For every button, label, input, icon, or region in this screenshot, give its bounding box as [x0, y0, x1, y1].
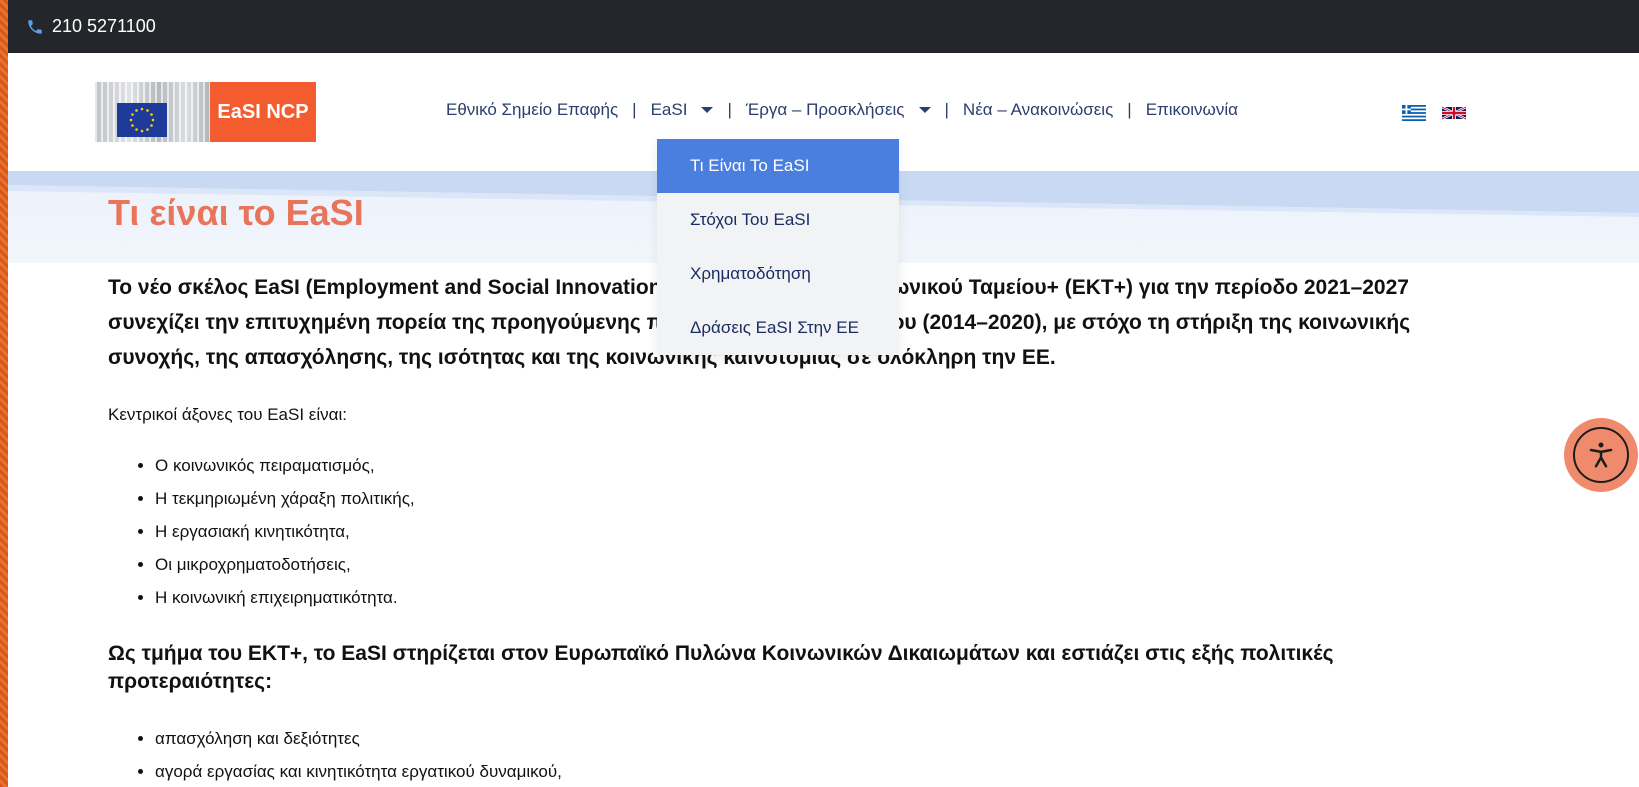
- priorities-intro: Ως τμήμα του ΕΚΤ+, το EaSI στηρίζεται στ…: [108, 642, 1334, 693]
- top-bar: 210 5271100: [8, 0, 1639, 53]
- nav-separator: |: [632, 100, 637, 119]
- nav-label: Νέα – Ανακοινώσεις: [962, 100, 1114, 119]
- nav-label: Εθνικό Σημείο Επαφής: [446, 100, 619, 119]
- list-item: Η τεκμηριωμένη χάραξη πολιτικής,: [155, 482, 1438, 515]
- nav-item-projects-calls[interactable]: Έργα – Προσκλήσεις: [746, 100, 931, 120]
- eu-star: [135, 128, 138, 131]
- eu-star: [150, 113, 153, 116]
- dropdown-item-funding[interactable]: Χρηματοδότηση: [657, 247, 899, 301]
- easi-dropdown-menu: Τι Είναι Το EaSI Στόχοι Του EaSI Χρηματο…: [657, 139, 899, 355]
- eu-star: [146, 128, 149, 131]
- dropdown-item-easi-actions-eu[interactable]: Δράσεις EaSI Στην ΕΕ: [657, 301, 899, 355]
- accessibility-button[interactable]: [1564, 418, 1638, 492]
- language-switcher: [1402, 104, 1466, 122]
- page-title: Τι είναι το EaSI: [108, 192, 364, 233]
- eu-star: [140, 107, 144, 111]
- eu-star: [146, 109, 149, 112]
- nav-item-news[interactable]: Νέα – Ανακοινώσεις: [963, 100, 1113, 120]
- list-item: αγορά εργασίας και κινητικότητα εργατικο…: [155, 755, 1438, 787]
- list-item: απασχόληση και δεξιότητες: [155, 722, 1438, 755]
- eu-star: [150, 124, 153, 127]
- eu-star: [131, 124, 134, 127]
- nav-separator: |: [1127, 100, 1132, 119]
- axes-list: Ο κοινωνικός πειραματισμός, Η τεκμηριωμέ…: [108, 449, 1438, 614]
- axes-intro: Κεντρικοί άξονες του EaSI είναι:: [108, 405, 347, 424]
- phone-number[interactable]: 210 5271100: [52, 16, 156, 37]
- eu-star: [140, 129, 144, 133]
- site-logo[interactable]: EaSI NCP: [95, 82, 316, 142]
- dropdown-item-what-is-easi[interactable]: Τι Είναι Το EaSI: [657, 139, 899, 193]
- list-item: Η κοινωνική επιχειρηματικότητα.: [155, 581, 1438, 614]
- phone-icon: [28, 19, 42, 34]
- main-nav: Εθνικό Σημείο Επαφής | EaSI | Έργα – Προ…: [446, 100, 1238, 120]
- dropdown-item-easi-goals[interactable]: Στόχοι Του EaSI: [657, 193, 899, 247]
- accessibility-ring: [1573, 427, 1629, 483]
- priorities-list: απασχόληση και δεξιότητες αγορά εργασίας…: [108, 722, 1438, 787]
- uk-flag-icon[interactable]: [1442, 104, 1466, 122]
- page-frame: 210 5271100 EaSI NCP Εθνικό Σημείο Επαφή…: [8, 0, 1639, 787]
- list-item: Η εργασιακή κινητικότητα,: [155, 515, 1438, 548]
- nav-separator: |: [944, 100, 949, 119]
- eu-star: [129, 118, 133, 122]
- greek-flag-icon[interactable]: [1402, 104, 1426, 122]
- eu-star: [135, 109, 138, 112]
- nav-item-contact-point[interactable]: Εθνικό Σημείο Επαφής: [446, 100, 618, 120]
- nav-item-contact[interactable]: Επικοινωνία: [1146, 100, 1238, 120]
- logo-building-image: [95, 82, 210, 142]
- logo-text: EaSI NCP: [210, 82, 316, 142]
- nav-separator: |: [727, 100, 732, 119]
- nav-item-easi[interactable]: EaSI: [651, 100, 714, 120]
- nav-label: Επικοινωνία: [1145, 100, 1238, 119]
- nav-label: EaSI: [650, 100, 688, 119]
- eu-flag-icon: [117, 103, 167, 137]
- eu-star: [131, 113, 134, 116]
- nav-label: Έργα – Προσκλήσεις: [745, 100, 905, 119]
- chevron-down-icon: [918, 107, 931, 113]
- list-item: Οι μικροχρηματοδοτήσεις,: [155, 548, 1438, 581]
- chevron-down-icon: [701, 107, 714, 113]
- accessibility-icon: [1589, 442, 1613, 468]
- list-item: Ο κοινωνικός πειραματισμός,: [155, 449, 1438, 482]
- eu-star: [151, 118, 155, 122]
